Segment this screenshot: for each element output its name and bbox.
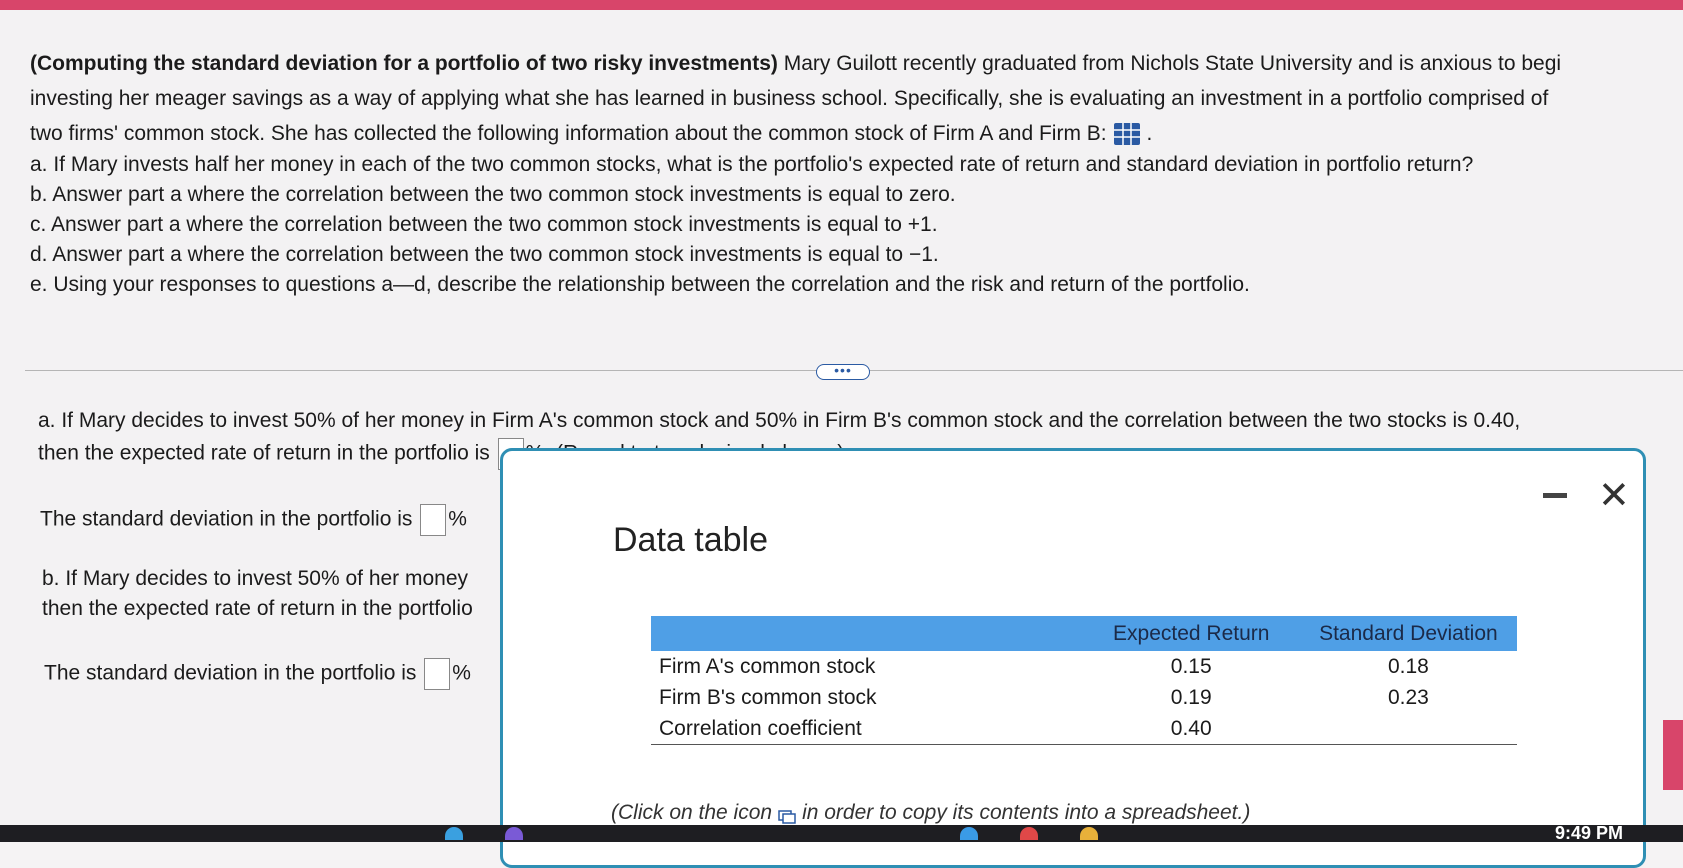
right-edge-stripe xyxy=(1663,720,1683,790)
copy-instructions: (Click on the icon in order to copy its c… xyxy=(611,801,1250,825)
answer-a-text: then the expected rate of return in the … xyxy=(38,441,490,465)
answer-b-sd-text: The standard deviation in the portfolio … xyxy=(44,661,417,685)
answer-a-sd-text: The standard deviation in the portfolio … xyxy=(40,507,413,531)
taskbar-clock: 9:49 PM xyxy=(1554,823,1623,843)
row-label: Firm A's common stock xyxy=(659,655,876,678)
row-label: Firm B's common stock xyxy=(659,686,877,709)
data-table-modal: Data table ✕ Expected Return Standard De… xyxy=(500,448,1646,868)
expand-ellipsis-button[interactable]: ••• xyxy=(816,363,870,380)
table-row: Correlation coefficient 0.40 xyxy=(651,713,1517,745)
expected-return-value: 0.19 xyxy=(1170,686,1212,709)
std-dev-input-b[interactable] xyxy=(424,658,451,690)
browser-top-stripe xyxy=(0,0,1683,10)
taskbar-app-icon[interactable] xyxy=(445,827,463,840)
modal-title: Data table xyxy=(613,521,768,559)
empty-cell xyxy=(1299,713,1517,745)
row-label: Correlation coefficient xyxy=(651,713,1083,745)
taskbar: 9:49 PM xyxy=(0,823,1683,843)
question-c: c. Answer part a where the correlation b… xyxy=(30,213,938,236)
taskbar-app-icon[interactable] xyxy=(505,827,523,840)
std-dev-input-a[interactable] xyxy=(420,504,447,536)
minimize-button[interactable] xyxy=(1543,493,1567,498)
answer-a-sd-unit: % xyxy=(448,507,467,531)
copy-note-pre: (Click on the icon xyxy=(611,801,773,824)
header-label xyxy=(651,616,1083,651)
question-page: (Computing the standard deviation for a … xyxy=(0,10,1683,868)
std-dev-value: 0.18 xyxy=(1387,655,1429,678)
question-e: e. Using your responses to questions a—d… xyxy=(30,273,1250,296)
problem-line-3-text: two firms' common stock. She has collect… xyxy=(30,122,1107,145)
copy-to-spreadsheet-icon[interactable] xyxy=(778,806,796,825)
answer-b-sd: The standard deviation in the portfolio … xyxy=(44,658,471,690)
taskbar-app-icon[interactable] xyxy=(1080,827,1098,840)
problem-statement: (Computing the standard deviation for a … xyxy=(30,46,1680,151)
data-table-icon[interactable] xyxy=(1113,122,1141,146)
data-table: Expected Return Standard Deviation Firm … xyxy=(651,616,1517,745)
question-list: a. If Mary invests half her money in eac… xyxy=(30,150,1473,300)
answer-b-sd-unit: % xyxy=(452,661,471,685)
problem-line-3: two firms' common stock. She has collect… xyxy=(30,122,1153,146)
question-d: d. Answer part a where the correlation b… xyxy=(30,243,939,266)
table-row: Firm A's common stock 0.15 0.18 xyxy=(651,651,1517,682)
copy-note-post: in order to copy its contents into a spr… xyxy=(802,801,1251,824)
problem-line-1: (Computing the standard deviation for a … xyxy=(30,46,1680,81)
expected-return-value: 0.15 xyxy=(1170,655,1212,678)
header-standard-deviation: Standard Deviation xyxy=(1319,622,1498,645)
taskbar-app-icon[interactable] xyxy=(1020,827,1038,840)
problem-line-2: investing her meager savings as a way of… xyxy=(30,87,1549,110)
answer-a-line-1: a. If Mary decides to invest 50% of her … xyxy=(38,409,1521,432)
answer-b-line-2: then the expected rate of return in the … xyxy=(42,597,473,620)
header-expected-return: Expected Return xyxy=(1113,622,1270,645)
table-row: Firm B's common stock 0.19 0.23 xyxy=(651,682,1517,713)
answer-a-sd: The standard deviation in the portfolio … xyxy=(40,504,467,536)
taskbar-app-icon[interactable] xyxy=(960,827,978,840)
question-a: a. If Mary invests half her money in eac… xyxy=(30,153,1474,176)
data-table-header: Expected Return Standard Deviation xyxy=(651,616,1517,651)
problem-line-1-text: Mary Guilott recently graduated from Nic… xyxy=(777,52,1562,75)
close-button[interactable]: ✕ xyxy=(1598,473,1630,518)
std-dev-value: 0.23 xyxy=(1387,686,1429,709)
answer-b-line-1: b. If Mary decides to invest 50% of her … xyxy=(42,567,469,590)
problem-title: (Computing the standard deviation for a … xyxy=(30,52,778,75)
question-b: b. Answer part a where the correlation b… xyxy=(30,183,956,206)
correlation-value: 0.40 xyxy=(1082,713,1300,745)
